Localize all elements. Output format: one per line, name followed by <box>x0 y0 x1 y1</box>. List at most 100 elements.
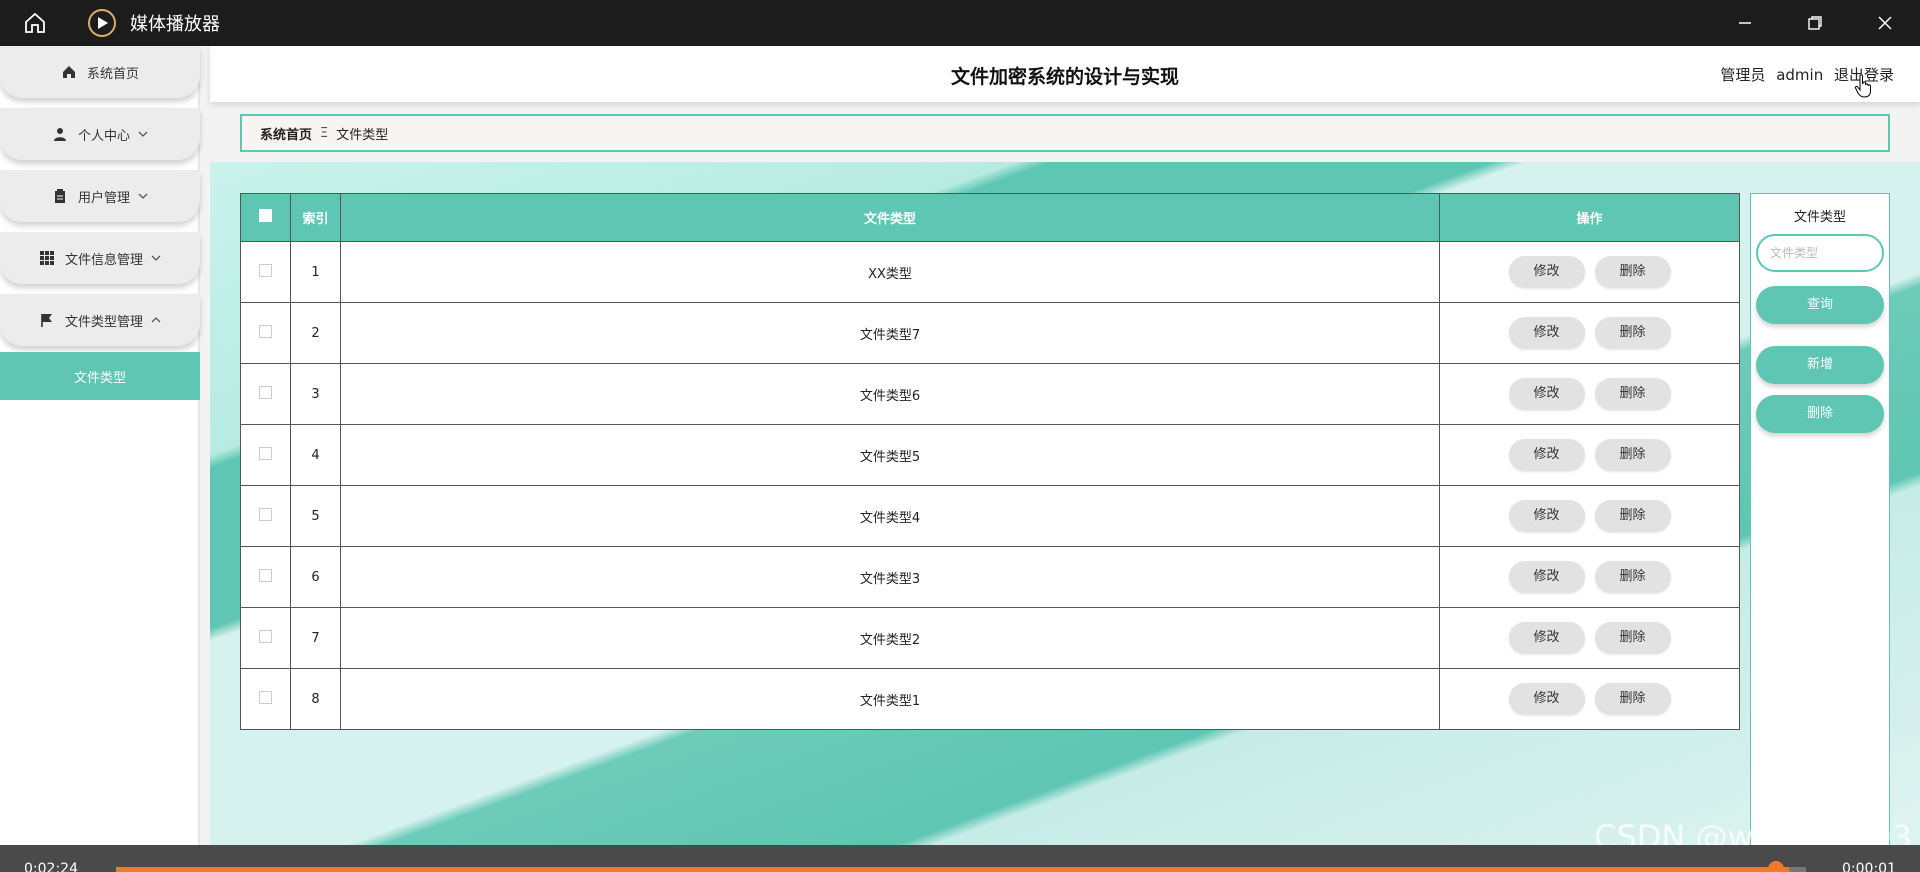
table-row: 3 文件类型6 修改 删除 <box>240 363 1740 425</box>
seek-handle[interactable] <box>1768 861 1784 872</box>
select-all-checkbox[interactable] <box>259 209 272 222</box>
breadcrumb: 系统首页 Ξ 文件类型 <box>240 114 1890 152</box>
username: admin <box>1776 66 1824 84</box>
row-index: 5 <box>290 485 341 547</box>
add-button[interactable]: 新增 <box>1756 346 1884 384</box>
seek-bar-fill <box>116 867 1790 872</box>
row-select-cell <box>240 485 291 547</box>
home-icon <box>25 12 45 33</box>
close-button[interactable] <box>1850 0 1920 46</box>
close-icon <box>1878 16 1892 30</box>
row-actions: 修改 删除 <box>1439 302 1740 364</box>
row-index: 3 <box>290 363 341 425</box>
edit-button[interactable]: 修改 <box>1508 378 1585 410</box>
page-header: 文件加密系统的设计与实现 管理员 admin 退出登录 <box>210 46 1920 102</box>
breadcrumb-separator: Ξ <box>320 125 329 141</box>
row-file-type: 文件类型7 <box>340 302 1440 364</box>
sidebar-item-personal-center[interactable]: 个人中心 <box>0 108 200 160</box>
row-checkbox[interactable] <box>259 263 272 277</box>
minimize-button[interactable] <box>1710 0 1780 46</box>
row-file-type: 文件类型3 <box>340 546 1440 608</box>
edit-button[interactable]: 修改 <box>1508 561 1585 593</box>
edit-button[interactable]: 修改 <box>1508 439 1585 471</box>
home-button[interactable] <box>0 0 70 46</box>
table-row: 4 文件类型5 修改 删除 <box>240 424 1740 486</box>
row-select-cell <box>240 424 291 486</box>
row-select-cell <box>240 363 291 425</box>
sidebar: 系统首页 个人中心 用户管理 文件信息管理 文件类型管理 文件类型 <box>0 46 200 872</box>
row-checkbox[interactable] <box>259 629 272 643</box>
row-checkbox[interactable] <box>259 507 272 521</box>
clipboard-icon <box>52 188 68 204</box>
row-actions: 修改 删除 <box>1439 241 1740 303</box>
media-control-bar: 0:02:24 0:00:01 <box>0 845 1920 872</box>
user-role: 管理员 <box>1720 66 1766 84</box>
sidebar-item-file-info-management[interactable]: 文件信息管理 <box>0 232 200 284</box>
row-index: 7 <box>290 607 341 669</box>
sidebar-subitem-file-type[interactable]: 文件类型 <box>0 352 200 400</box>
delete-button[interactable]: 删除 <box>1594 378 1671 410</box>
remaining-time: 0:00:01 <box>1842 861 1896 872</box>
table-header-row: 索引 文件类型 操作 <box>240 193 1740 242</box>
row-file-type: 文件类型2 <box>340 607 1440 669</box>
delete-button[interactable]: 删除 <box>1594 500 1671 532</box>
sidebar-item-label: 系统首页 <box>86 66 139 82</box>
delete-button[interactable]: 删除 <box>1594 256 1671 288</box>
row-checkbox[interactable] <box>259 690 272 704</box>
sidebar-item-home[interactable]: 系统首页 <box>0 46 200 98</box>
table-row: 5 文件类型4 修改 删除 <box>240 485 1740 547</box>
column-header-index: 索引 <box>290 193 341 242</box>
row-actions: 修改 删除 <box>1439 424 1740 486</box>
row-actions: 修改 删除 <box>1439 363 1740 425</box>
row-checkbox[interactable] <box>259 324 272 338</box>
row-actions: 修改 删除 <box>1439 546 1740 608</box>
row-checkbox[interactable] <box>259 446 272 460</box>
row-index: 8 <box>290 668 341 730</box>
breadcrumb-current: 文件类型 <box>336 127 389 143</box>
delete-button[interactable]: 删除 <box>1594 622 1671 654</box>
row-actions: 修改 删除 <box>1439 668 1740 730</box>
file-type-search-input[interactable] <box>1756 234 1884 272</box>
breadcrumb-home[interactable]: 系统首页 <box>260 124 312 143</box>
file-type-table: 索引 文件类型 操作 1 XX类型 修改 删除 2 文件类型7 修改 删除 3 文件类型6 修改 删除… <box>240 193 1740 730</box>
search-panel-title: 文件类型 <box>1793 210 1846 225</box>
row-checkbox[interactable] <box>259 385 272 399</box>
table-row: 1 XX类型 修改 删除 <box>240 241 1740 303</box>
elapsed-time: 0:02:24 <box>24 861 78 872</box>
row-index: 4 <box>290 424 341 486</box>
batch-delete-button[interactable]: 删除 <box>1756 395 1884 433</box>
edit-button[interactable]: 修改 <box>1508 500 1585 532</box>
edit-button[interactable]: 修改 <box>1508 317 1585 349</box>
home-icon <box>61 64 77 80</box>
row-checkbox[interactable] <box>259 568 272 582</box>
delete-button[interactable]: 删除 <box>1594 561 1671 593</box>
query-button[interactable]: 查询 <box>1756 286 1884 324</box>
column-header-actions: 操作 <box>1439 193 1740 242</box>
sidebar-item-file-type-management[interactable]: 文件类型管理 <box>0 294 200 346</box>
row-actions: 修改 删除 <box>1439 607 1740 669</box>
delete-button[interactable]: 删除 <box>1594 439 1671 471</box>
restore-button[interactable] <box>1780 0 1850 46</box>
window-title: 媒体播放器 <box>130 14 220 35</box>
chevron-up-icon <box>151 315 161 325</box>
sidebar-item-user-management[interactable]: 用户管理 <box>0 170 200 222</box>
chevron-down-icon <box>138 191 148 201</box>
delete-button[interactable]: 删除 <box>1594 683 1671 715</box>
seek-bar[interactable] <box>116 867 1806 872</box>
delete-button[interactable]: 删除 <box>1594 317 1671 349</box>
table-row: 2 文件类型7 修改 删除 <box>240 302 1740 364</box>
row-index: 6 <box>290 546 341 608</box>
row-actions: 修改 删除 <box>1439 485 1740 547</box>
sidebar-item-label: 文件类型管理 <box>64 314 143 330</box>
flag-icon <box>39 312 55 328</box>
row-select-cell <box>240 607 291 669</box>
edit-button[interactable]: 修改 <box>1508 683 1585 715</box>
row-select-cell <box>240 668 291 730</box>
edit-button[interactable]: 修改 <box>1508 622 1585 654</box>
minimize-icon <box>1739 22 1751 24</box>
chevron-down-icon <box>151 253 161 263</box>
row-file-type: 文件类型5 <box>340 424 1440 486</box>
search-panel: 文件类型 查询 新增 删除 <box>1750 193 1890 872</box>
table-row: 8 文件类型1 修改 删除 <box>240 668 1740 730</box>
edit-button[interactable]: 修改 <box>1508 256 1585 288</box>
